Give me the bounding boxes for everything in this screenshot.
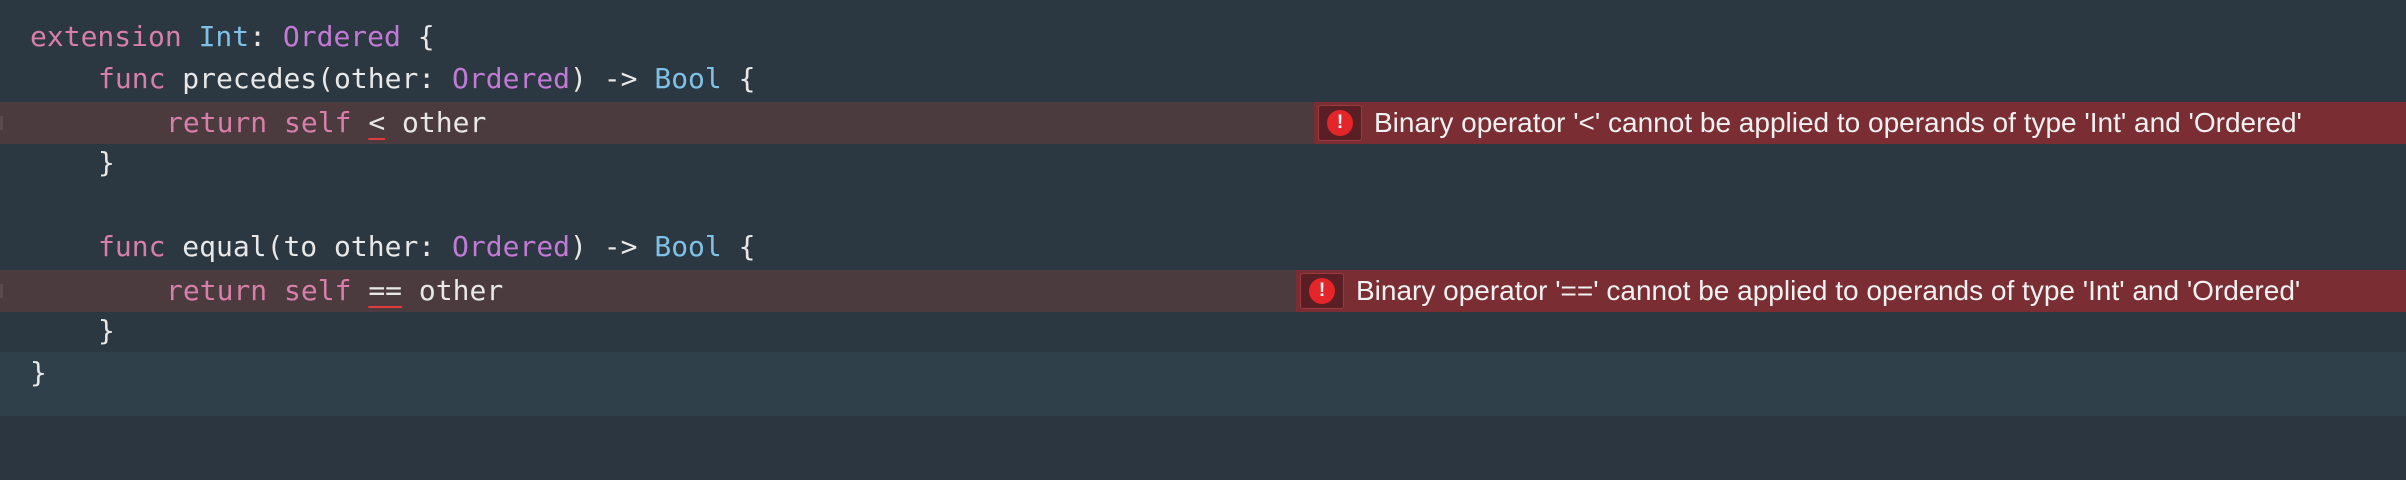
error-badge[interactable]: ! [1318, 105, 1362, 141]
error-message: Binary operator '<' cannot be applied to… [1374, 107, 2302, 138]
function-signature: precedes(other: [182, 62, 436, 95]
open-brace: { [417, 20, 435, 53]
error-exclamation-icon: ! [1327, 110, 1353, 136]
keyword-return: return [166, 106, 268, 139]
identifier-other: other [402, 106, 487, 139]
return-arrow: ) -> [570, 230, 638, 263]
type-int: Int [198, 20, 250, 53]
error-banner[interactable]: ! Binary operator '==' cannot be applied… [1296, 270, 2406, 312]
error-badge[interactable]: ! [1300, 273, 1344, 309]
open-brace: { [738, 230, 756, 263]
code-line-2[interactable]: func precedes(other: Ordered) -> Bool { [0, 58, 2406, 100]
return-arrow: ) -> [570, 62, 638, 95]
keyword-return: return [166, 274, 268, 307]
protocol-ordered: Ordered [452, 62, 571, 95]
code-line-8[interactable]: } [0, 310, 2406, 352]
error-operator: == [368, 274, 403, 307]
error-banner[interactable]: ! Binary operator '<' cannot be applied … [1314, 102, 2406, 144]
keyword-func: func [98, 230, 166, 263]
close-brace: } [98, 314, 115, 347]
code-line-5-empty[interactable] [0, 184, 2406, 226]
code-line-3-error[interactable]: return self < other ! Binary operator '<… [0, 102, 2406, 144]
colon: : [249, 20, 267, 53]
code-line-4[interactable]: } [0, 142, 2406, 184]
code-editor[interactable]: extension Int: Ordered { func precedes(o… [0, 0, 2406, 416]
code-text: func precedes(other: Ordered) -> Bool { [98, 58, 756, 100]
type-bool: Bool [654, 230, 722, 263]
code-text: } [98, 310, 115, 352]
close-brace: } [98, 146, 115, 179]
keyword-func: func [98, 62, 166, 95]
error-gutter-marker [0, 116, 3, 130]
code-line-9[interactable]: } [0, 352, 2406, 416]
code-line-7-error[interactable]: return self == other ! Binary operator '… [0, 270, 2406, 312]
keyword-self: self [284, 274, 352, 307]
code-text: return self == other [166, 270, 503, 312]
error-operator: < [368, 106, 386, 139]
code-text: } [30, 352, 47, 394]
open-brace: { [738, 62, 756, 95]
protocol-ordered: Ordered [282, 20, 401, 53]
code-text: extension Int: Ordered { [30, 16, 435, 58]
code-text: } [98, 142, 115, 184]
code-text: return self < other [166, 102, 486, 144]
keyword-extension: extension [30, 20, 182, 53]
type-bool: Bool [654, 62, 722, 95]
identifier-other: other [418, 274, 504, 307]
code-line-1[interactable]: extension Int: Ordered { [0, 16, 2406, 58]
protocol-ordered: Ordered [452, 230, 571, 263]
error-exclamation-icon: ! [1309, 278, 1335, 304]
code-text: func equal(to other: Ordered) -> Bool { [98, 226, 756, 268]
function-signature: equal(to other: [182, 230, 436, 263]
keyword-self: self [284, 106, 352, 139]
error-gutter-marker [0, 284, 3, 298]
error-message: Binary operator '==' cannot be applied t… [1356, 275, 2301, 306]
close-brace: } [30, 356, 47, 389]
code-line-6[interactable]: func equal(to other: Ordered) -> Bool { [0, 226, 2406, 268]
